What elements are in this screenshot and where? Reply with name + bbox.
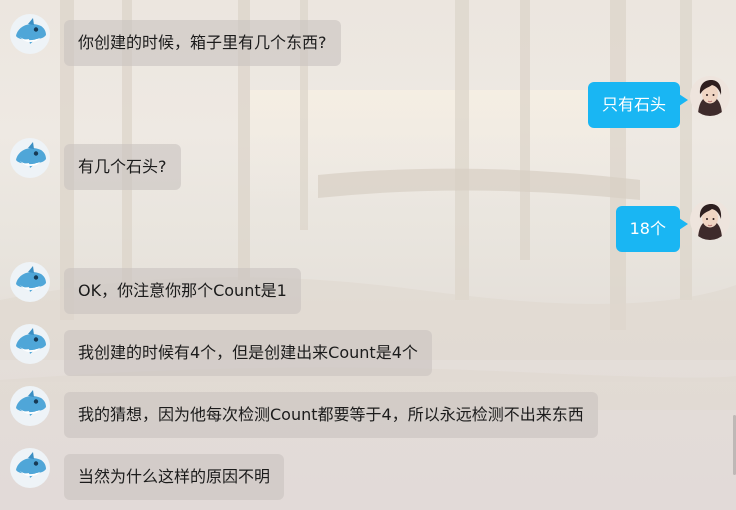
dolphin-avatar-graphic (10, 324, 50, 364)
message-row: 18个 (0, 200, 736, 260)
dolphin-icon[interactable] (10, 448, 50, 488)
dolphin-icon[interactable] (10, 386, 50, 426)
dolphin-icon[interactable] (10, 14, 50, 54)
message-row: OK，你注意你那个Count是1 (0, 262, 736, 322)
dolphin-avatar-graphic (10, 138, 50, 178)
message-row: 你创建的时候，箱子里有几个东西? (0, 14, 736, 74)
bot-message-bubble: 有几个石头? (64, 144, 181, 190)
user-message-bubble: 只有石头 (587, 82, 689, 128)
dolphin-avatar-graphic (10, 448, 50, 488)
bot-message-bubble: 我的猜想，因为他每次检测Count都要等于4，所以永远检测不出来东西 (64, 392, 598, 438)
dolphin-icon[interactable] (10, 262, 50, 302)
user-portrait-icon[interactable] (690, 200, 730, 240)
message-row: 我创建的时候有4个，但是创建出来Count是4个 (0, 324, 736, 384)
bot-message-bubble: 当然为什么这样的原因不明 (64, 454, 285, 500)
dolphin-icon[interactable] (10, 138, 50, 178)
message-row: 当然为什么这样的原因不明 (0, 448, 736, 508)
message-row: 有几个石头? (0, 138, 736, 198)
dolphin-avatar-graphic (10, 262, 50, 302)
user-avatar-graphic (690, 76, 730, 116)
user-portrait-icon[interactable] (690, 76, 730, 116)
bot-message-bubble: 我创建的时候有4个，但是创建出来Count是4个 (64, 330, 432, 376)
bot-message-bubble: 你创建的时候，箱子里有几个东西? (64, 20, 341, 66)
user-message-bubble: 18个 (615, 206, 689, 252)
bot-message-bubble: OK，你注意你那个Count是1 (64, 268, 301, 314)
chat-panel: 你创建的时候，箱子里有几个东西? 只有石头 有几个石头? 18个 OK，你注意你… (0, 0, 736, 510)
dolphin-icon[interactable] (10, 324, 50, 364)
message-row: 只有石头 (0, 76, 736, 136)
dolphin-avatar-graphic (10, 386, 50, 426)
user-avatar-graphic (690, 200, 730, 240)
dolphin-avatar-graphic (10, 14, 50, 54)
message-row: 我的猜想，因为他每次检测Count都要等于4，所以永远检测不出来东西 (0, 386, 736, 446)
